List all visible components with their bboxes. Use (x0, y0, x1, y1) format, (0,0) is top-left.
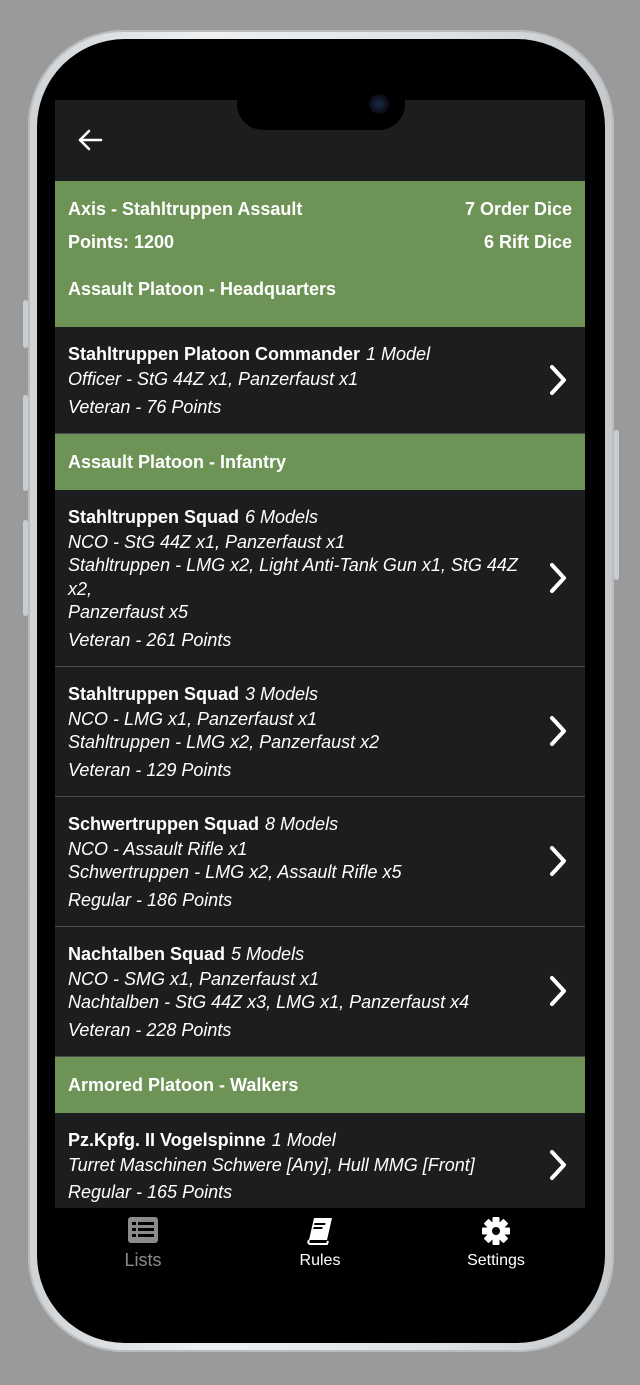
unit-model-count: 5 Models (231, 943, 305, 964)
bottom-tab-bar: Lists Rules Settings (55, 1208, 585, 1288)
unit-model-count: 8 Models (265, 813, 339, 834)
rift-dice-count: 6 Rift Dice (483, 232, 572, 252)
unit-title: Stahltruppen Squad 3 Models (68, 681, 525, 708)
unit-title: Stahltruppen Platoon Commander 1 Model (68, 341, 525, 368)
army-summary: Axis - Stahltruppen Assault 7 Order Dice… (55, 181, 585, 271)
unit-points: Veteran - 129 Points (68, 759, 232, 780)
chevron-right-icon (550, 846, 566, 876)
app-screen: Axis - Stahltruppen Assault 7 Order Dice… (55, 100, 585, 1208)
army-points: Points: 1200 (68, 232, 175, 252)
tab-settings-label: Settings (467, 1252, 525, 1269)
tab-settings[interactable]: Settings (416, 1216, 576, 1270)
unit-loadout: NCO - LMG x1, Panzerfaust x1 (68, 708, 318, 729)
unit-name: Stahltruppen Platoon Commander (68, 344, 361, 364)
order-dice-count: 7 Order Dice (464, 199, 572, 219)
unit-name: Nachtalben Squad (68, 943, 226, 964)
tab-lists[interactable]: Lists (63, 1216, 223, 1271)
unit-row[interactable]: Nachtalben Squad 5 Models NCO - SMG x1, Pa… (55, 926, 585, 1057)
unit-name: Stahltruppen Squad (68, 683, 239, 704)
unit-points: Veteran - 228 Points (68, 1019, 232, 1040)
unit-loadout: Panzerfaust x5 (68, 602, 189, 622)
unit-model-count: 3 Models (245, 683, 319, 704)
unit-list: Assault Platoon - Headquarters Stahltrupp… (55, 271, 585, 1208)
unit-name: Pz.Kpfg. II Vogelspinne (68, 1129, 266, 1150)
unit-model-count: 6 Models (245, 506, 319, 527)
chevron-right-icon (550, 1150, 566, 1181)
book-icon (307, 1218, 332, 1245)
chevron-right-icon (550, 562, 566, 593)
unit-row[interactable]: Stahltruppen Platoon Commander 1 Model Off… (55, 327, 585, 434)
unit-points: Regular - 186 Points (68, 889, 233, 910)
unit-model-count: 1 Model (366, 344, 431, 364)
volume-up-button (23, 395, 28, 491)
unit-row[interactable]: Pz.Kpfg. II Vogelspinne 1 Model Turret Mas… (55, 1112, 585, 1208)
mute-switch (23, 300, 28, 348)
unit-row[interactable]: Stahltruppen Squad 3 Models NCO - LMG x1, … (55, 666, 585, 797)
unit-loadout: Stahltruppen - LMG x2, Panzerfaust x2 (68, 732, 380, 752)
tab-lists-label: Lists (124, 1250, 162, 1270)
unit-title: Pz.Kpfg. II Vogelspinne 1 Model (68, 1127, 525, 1154)
unit-model-count: 1 Model (271, 1129, 336, 1150)
unit-row[interactable]: Schwertruppen Squad 8 Models NCO - Assault… (55, 796, 585, 927)
unit-points: Veteran - 76 Points (68, 396, 222, 417)
dynamic-island (237, 78, 405, 130)
volume-down-button (23, 520, 28, 616)
camera-icon (369, 94, 389, 114)
section-header: Assault Platoon - Headquarters (55, 271, 585, 327)
unit-loadout: Stahltruppen - LMG x2, Light Anti-Tank G… (68, 555, 518, 599)
chevron-right-icon (550, 716, 566, 746)
tab-rules[interactable]: Rules (240, 1216, 400, 1270)
unit-title: Stahltruppen Squad 6 Models (68, 504, 525, 531)
unit-title: Schwertruppen Squad 8 Models (68, 811, 525, 838)
unit-loadout: Officer - StG 44Z x1, Panzerfaust x1 (68, 369, 359, 389)
unit-points: Regular - 165 Points (68, 1182, 233, 1202)
unit-name: Schwertruppen Squad (68, 813, 260, 834)
unit-loadout: Schwertruppen - LMG x2, Assault Rifle x5 (68, 862, 402, 882)
unit-loadout: Turret Maschinen Schwere [Any], Hull MMG… (68, 1154, 475, 1175)
unit-points: Veteran - 261 Points (68, 629, 232, 650)
section-header: Assault Platoon - Infantry (55, 433, 585, 490)
power-button (614, 430, 619, 580)
tab-rules-label: Rules (299, 1252, 341, 1269)
unit-loadout: NCO - Assault Rifle x1 (68, 838, 248, 859)
gear-icon (482, 1217, 510, 1245)
unit-loadout: Nachtalben - StG 44Z x3, LMG x1, Panzerf… (68, 992, 470, 1012)
army-faction: Axis - Stahltruppen Assault (68, 199, 303, 219)
list-icon (128, 1217, 158, 1243)
chevron-right-icon (550, 364, 566, 395)
arrow-left-icon[interactable] (77, 127, 103, 153)
unit-loadout: NCO - StG 44Z x1, Panzerfaust x1 (68, 531, 346, 552)
chevron-right-icon (550, 976, 566, 1006)
unit-title: Nachtalben Squad 5 Models (68, 941, 525, 968)
section-header: Armored Platoon - Walkers (55, 1056, 585, 1113)
unit-name: Stahltruppen Squad (68, 506, 239, 527)
unit-loadout: NCO - SMG x1, Panzerfaust x1 (68, 968, 320, 989)
unit-row[interactable]: Stahltruppen Squad 6 Models NCO - StG 44Z … (55, 489, 585, 667)
